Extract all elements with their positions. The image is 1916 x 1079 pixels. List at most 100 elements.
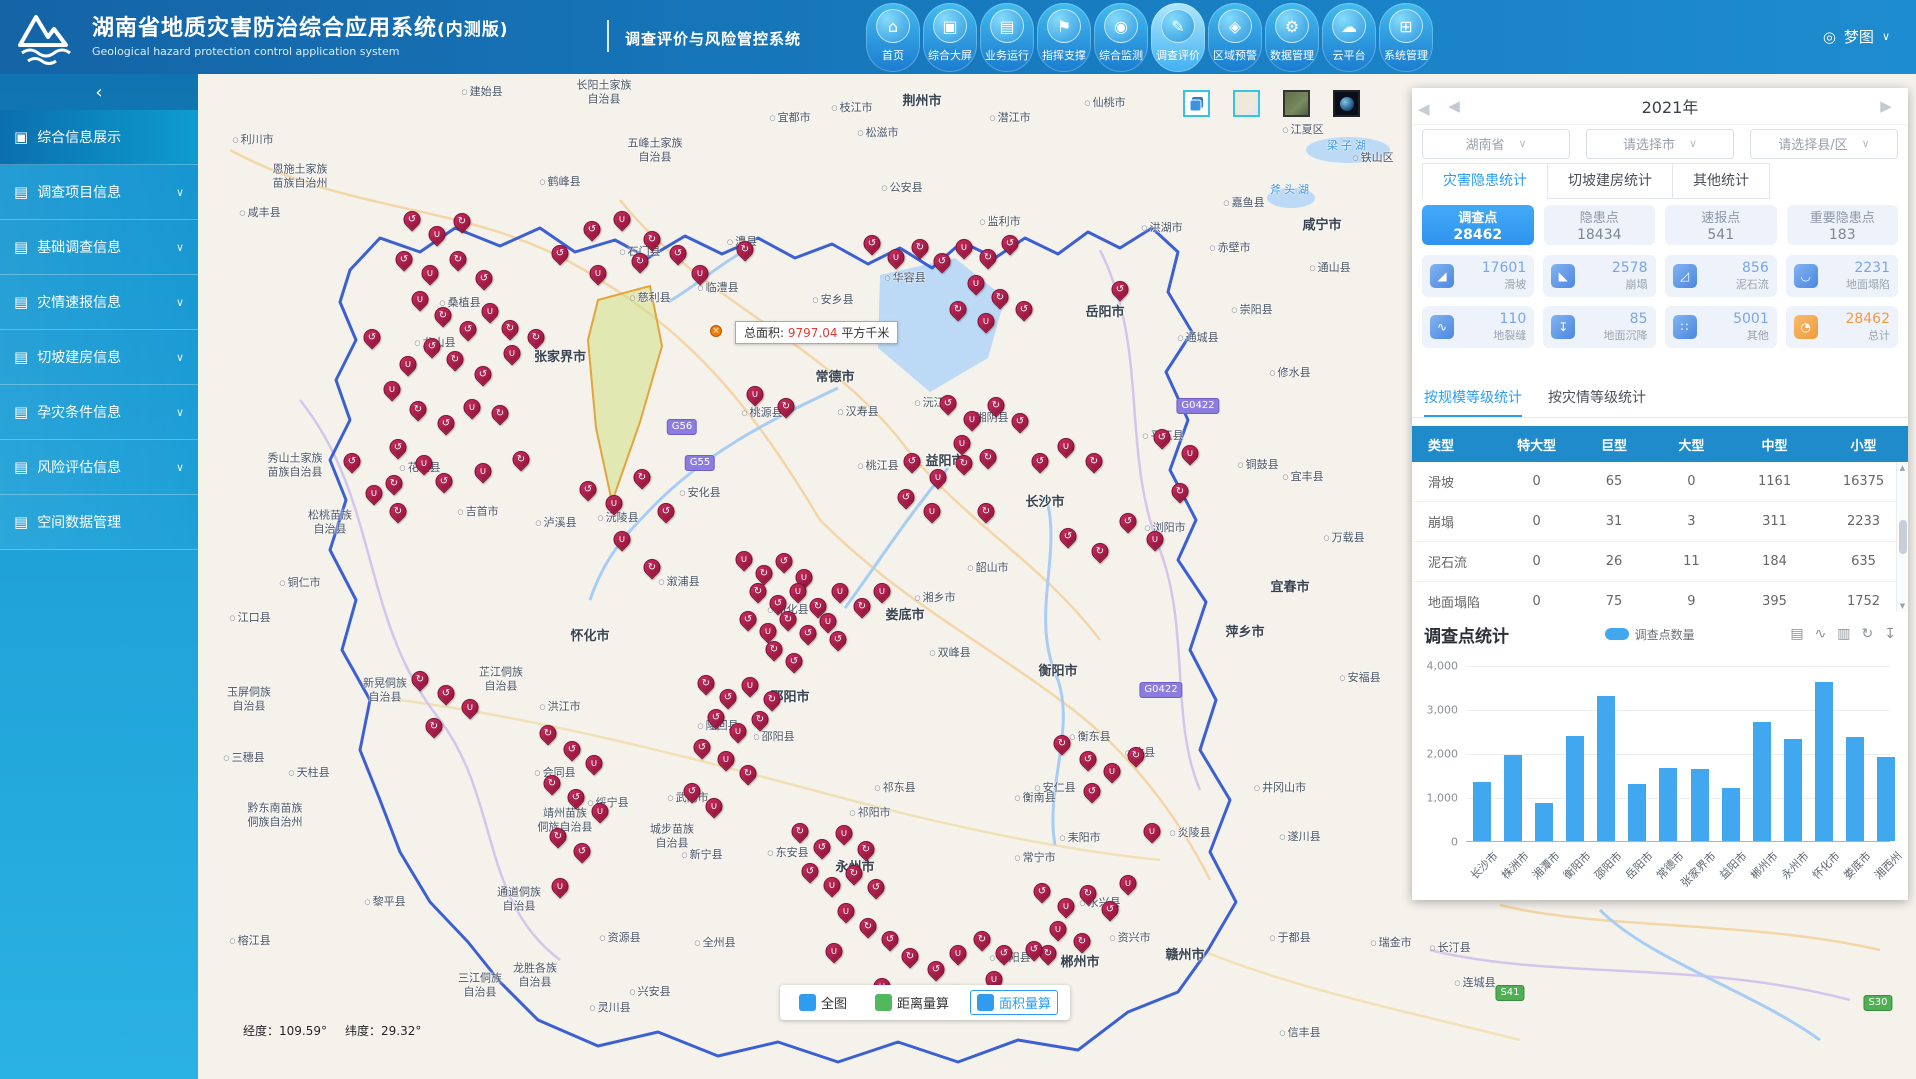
tab-切坡建房统计[interactable]: 切坡建房统计: [1547, 163, 1673, 199]
region-select-0[interactable]: 湖南省∨: [1422, 129, 1570, 159]
nav-item-数据管理[interactable]: ⚙数据管理: [1265, 3, 1319, 72]
scrollbar-thumb[interactable]: [1899, 520, 1907, 554]
subtab-按规模等级统计[interactable]: 按规模等级统计: [1424, 380, 1522, 417]
bar-怀化市[interactable]: [1815, 682, 1833, 841]
marker-glyph-icon: ↻: [753, 712, 768, 727]
nav-item-综合监测[interactable]: ◉综合监测: [1094, 3, 1148, 72]
type-stat-总计: ◔28462总计: [1786, 306, 1898, 348]
sidebar-item-label: 孕灾条件信息: [37, 402, 176, 422]
data-view-icon[interactable]: ▤: [1790, 626, 1803, 642]
user-menu[interactable]: ◎ 梦图 ∨: [1823, 26, 1890, 47]
bar-娄底市[interactable]: [1846, 737, 1864, 841]
region-select-2[interactable]: 请选择县/区∨: [1750, 129, 1898, 159]
stat-card-调查点[interactable]: 调查点28462: [1422, 205, 1534, 245]
subtab-按灾情等级统计[interactable]: 按灾情等级统计: [1548, 380, 1646, 417]
stat-card-label: 速报点: [1701, 207, 1740, 226]
sidebar-collapse-button[interactable]: ‹: [0, 74, 198, 110]
table-row[interactable]: 泥石流02611184635: [1412, 542, 1908, 582]
bar-益阳市[interactable]: [1722, 788, 1740, 841]
sidebar-item-空间数据管理[interactable]: ▤空间数据管理: [0, 495, 198, 550]
bar-湘西州[interactable]: [1877, 757, 1895, 841]
nav-item-指挥支撑[interactable]: ⚑指挥支撑: [1037, 3, 1091, 72]
sidebar-item-灾情速报信息[interactable]: ▤灾情速报信息∨: [0, 275, 198, 330]
sidebar-item-切坡建房信息[interactable]: ▤切坡建房信息∨: [0, 330, 198, 385]
x-label-长沙市: 长沙市: [1466, 848, 1501, 883]
nav-item-调查评价[interactable]: ✎调查评价: [1151, 3, 1205, 72]
stat-card-value: 18434: [1577, 227, 1622, 243]
chart-title: 调查点统计: [1424, 622, 1509, 647]
bar-衡阳市[interactable]: [1566, 736, 1584, 841]
road-badge-G0422: G0422: [1139, 682, 1182, 698]
bar-chart-icon[interactable]: ▥: [1837, 626, 1850, 642]
bar-岳阳市[interactable]: [1628, 784, 1646, 841]
map-label-洪湖市: 洪湖市: [1141, 221, 1182, 235]
region-select-1[interactable]: 请选择市∨: [1586, 129, 1734, 159]
sidebar-item-label: 灾情速报信息: [37, 292, 176, 312]
layers-icon[interactable]: [1183, 90, 1210, 117]
marker-glyph-icon: ↻: [847, 866, 862, 881]
table-scrollbar[interactable]: ▲ ▼: [1896, 462, 1908, 612]
nav-item-综合大屏[interactable]: ▣综合大屏: [923, 3, 977, 72]
table-row[interactable]: 滑坡0650116116375: [1412, 462, 1908, 502]
map-label-天柱县: 天柱县: [288, 766, 329, 780]
map-tool-距离量算[interactable]: 距离量算: [868, 990, 956, 1015]
sidebar-item-综合信息展示[interactable]: ▣综合信息展示: [0, 110, 198, 165]
type-stat-value: 28462: [1845, 311, 1890, 327]
bar-邵阳市[interactable]: [1597, 696, 1615, 841]
table-row[interactable]: 崩塌03133112233: [1412, 502, 1908, 542]
map-tool-全图[interactable]: 全图: [792, 990, 854, 1015]
prev-year-button[interactable]: ◀: [1442, 97, 1466, 115]
next-year-button[interactable]: ▶: [1874, 97, 1898, 115]
scroll-up-icon[interactable]: ▲: [1900, 464, 1905, 472]
table-row[interactable]: 地面塌陷07593951752: [1412, 582, 1908, 612]
street-map-thumb[interactable]: [1233, 90, 1260, 117]
refresh-icon[interactable]: ↻: [1862, 626, 1874, 642]
sidebar-item-label: 综合信息展示: [37, 127, 184, 147]
sidebar-item-调查项目信息[interactable]: ▤调查项目信息∨: [0, 165, 198, 220]
line-chart-icon[interactable]: ∿: [1815, 626, 1827, 642]
map-label-赤壁市: 赤壁市: [1209, 241, 1250, 255]
marker-glyph-icon: ↺: [439, 686, 454, 701]
marker-glyph-icon: ∪: [748, 387, 763, 402]
bar-常德市[interactable]: [1659, 768, 1677, 841]
map-tool-面积量算[interactable]: 面积量算: [970, 990, 1058, 1015]
chart-legend[interactable]: 调查点数量: [1509, 626, 1790, 643]
sidebar-item-孕灾条件信息[interactable]: ▤孕灾条件信息∨: [0, 385, 198, 440]
stat-card-隐患点[interactable]: 隐患点18434: [1544, 205, 1656, 245]
marker-glyph-icon: ↺: [397, 252, 412, 267]
stat-card-速报点[interactable]: 速报点541: [1665, 205, 1777, 245]
satellite-thumb[interactable]: [1283, 90, 1310, 117]
eye-icon[interactable]: ◎: [1823, 28, 1836, 46]
tab-灾害隐患统计[interactable]: 灾害隐患统计: [1422, 163, 1548, 199]
bar-长沙市[interactable]: [1473, 782, 1491, 841]
bar-湘潭市[interactable]: [1535, 803, 1553, 841]
stat-card-重要隐患点[interactable]: 重要隐患点183: [1787, 205, 1899, 245]
sidebar-item-风险评估信息[interactable]: ▤风险评估信息∨: [0, 440, 198, 495]
measure-point-icon[interactable]: ×: [710, 325, 722, 337]
marker-glyph-icon: ↺: [803, 864, 818, 879]
nav-item-云平台[interactable]: ☁云平台: [1322, 3, 1376, 72]
tab-其他统计[interactable]: 其他统计: [1672, 163, 1770, 199]
nav-item-首页[interactable]: ⌂首页: [866, 3, 920, 72]
scroll-down-icon[interactable]: ▼: [1900, 602, 1905, 610]
marker-glyph-icon: ↺: [405, 212, 420, 227]
sidebar-item-基础调查信息[interactable]: ▤基础调查信息∨: [0, 220, 198, 275]
bar-永州市[interactable]: [1784, 739, 1802, 841]
bar-郴州市[interactable]: [1753, 722, 1771, 841]
bar-株洲市[interactable]: [1504, 755, 1522, 841]
chevron-down-icon[interactable]: ∨: [1882, 30, 1890, 43]
nav-item-系统管理[interactable]: ⊞系统管理: [1379, 3, 1433, 72]
collapse-arrow-icon: ◀: [1418, 100, 1430, 118]
title-divider: [607, 20, 609, 52]
bar-张家界市[interactable]: [1691, 769, 1709, 841]
globe-thumb[interactable]: [1333, 90, 1360, 117]
panel-collapse-button[interactable]: ◀: [1418, 100, 1430, 118]
nav-item-区域预警[interactable]: ◈区域预警: [1208, 3, 1262, 72]
download-icon[interactable]: ↧: [1884, 626, 1896, 642]
map-label-赣州市: 赣州市: [1165, 948, 1204, 964]
table-cell: 635: [1819, 554, 1908, 569]
latitude-value: 纬度：29.32°: [345, 1022, 421, 1039]
type-stat-value: 17601: [1482, 260, 1527, 276]
nav-item-业务运行[interactable]: ▤业务运行: [980, 3, 1034, 72]
x-label-湘潭市: 湘潭市: [1529, 848, 1564, 883]
